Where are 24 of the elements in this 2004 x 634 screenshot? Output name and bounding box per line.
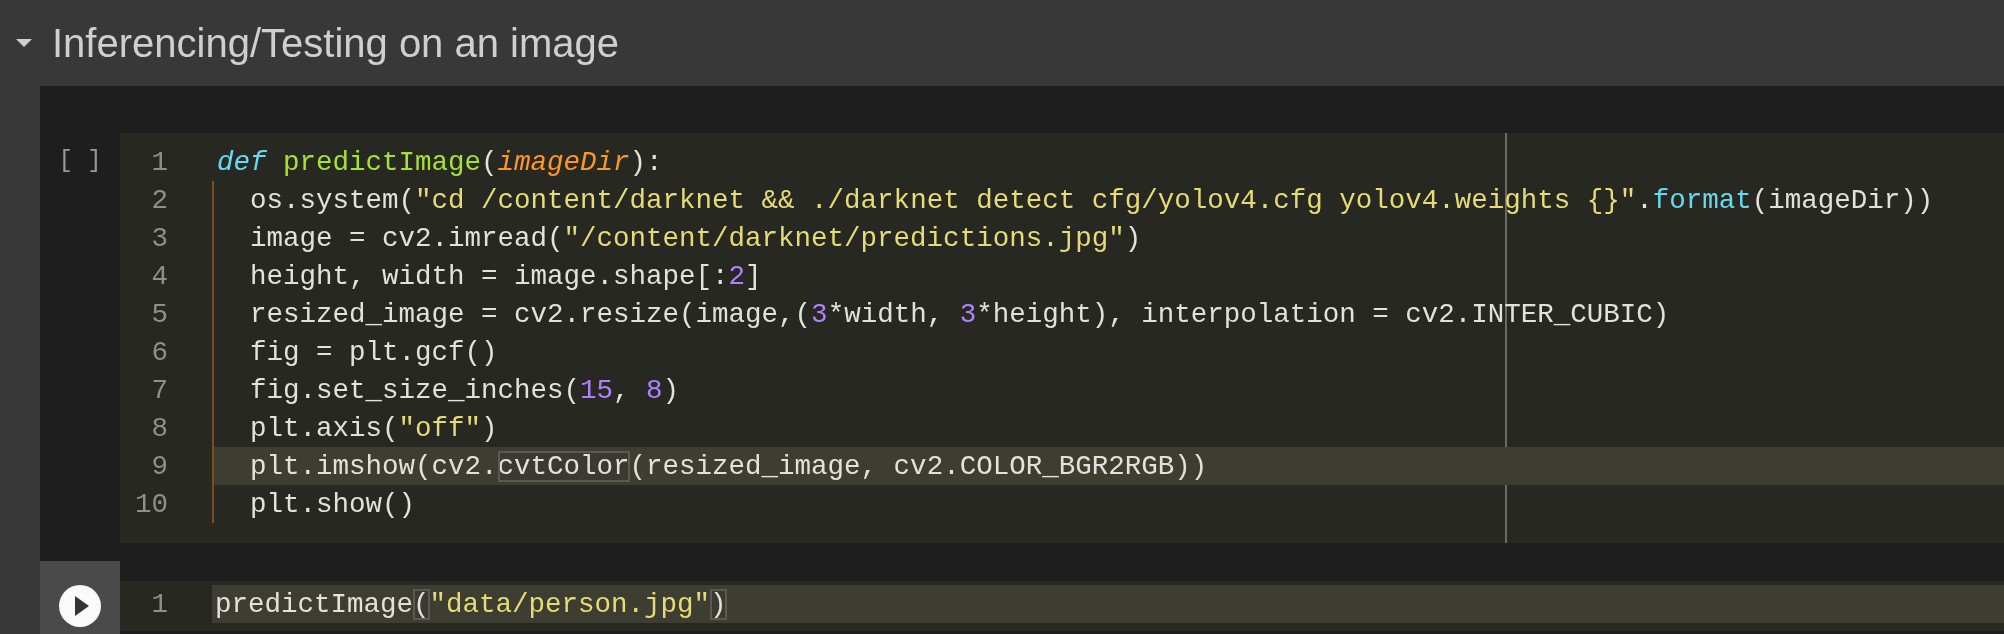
play-icon (58, 584, 102, 628)
code-line: image = cv2.imread("/content/darknet/predictions.jpg") (212, 219, 2004, 257)
line-number: 1 (150, 146, 168, 178)
section-title: Inferencing/Testing on an image (52, 20, 620, 66)
collapse-caret-icon[interactable] (14, 37, 34, 49)
line-number: 5 (150, 298, 168, 330)
code-line: fig = plt.gcf() (212, 333, 2004, 371)
line-number: 6 (150, 336, 168, 368)
code-line: plt.show() (212, 485, 2004, 523)
execution-count-label: [ ] (58, 147, 102, 176)
code-line: height, width = image.shape[:2] (212, 257, 2004, 295)
run-button[interactable] (58, 584, 102, 628)
code-line: resized_image = cv2.resize(image,(3*width, 3*height), interpolation = cv2.INTER_CUBIC) (212, 295, 2004, 333)
code-line: os.system("cd /content/darknet && ./darknet detect cfg/yolov4.cfg yolov4.weights {}".format(imageDir)) (212, 181, 2004, 219)
code-line: def predictImage(imageDir): (216, 145, 664, 180)
code-line: fig.set_size_inches(15, 8) (212, 371, 2004, 409)
line-number: 1 (150, 588, 168, 620)
line-number: 4 (150, 260, 168, 292)
line-number: 2 (150, 184, 168, 216)
line-number: 7 (150, 374, 168, 406)
line-number: 3 (150, 222, 168, 254)
line-number: 10 (134, 488, 168, 520)
line-number: 9 (150, 450, 168, 482)
line-number: 8 (150, 412, 168, 444)
